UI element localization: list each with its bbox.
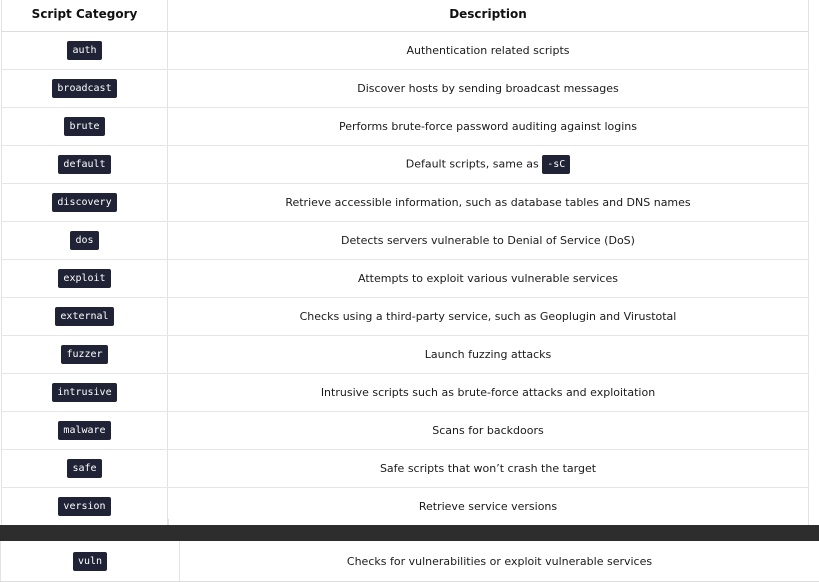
category-cell: intrusive xyxy=(1,373,168,412)
table-header-row: Script Category Description xyxy=(1,0,809,32)
table-row: discovery Retrieve accessible informatio… xyxy=(1,183,809,222)
category-cell: dos xyxy=(1,221,168,260)
description-cell: Attempts to exploit various vulnerable s… xyxy=(167,259,809,298)
table-row: intrusive Intrusive scripts such as brut… xyxy=(1,373,809,412)
category-code: version xyxy=(58,497,111,516)
description-cell: Discover hosts by sending broadcast mess… xyxy=(167,69,809,108)
description-cell: Default scripts, same as -sC xyxy=(167,145,809,184)
table-row: broadcast Discover hosts by sending broa… xyxy=(1,69,809,108)
category-code: exploit xyxy=(58,269,111,288)
description-cell: Performs brute-force password auditing a… xyxy=(167,107,809,146)
category-code: external xyxy=(55,307,114,326)
description-cell: Detects servers vulnerable to Denial of … xyxy=(167,221,809,260)
table-row: safe Safe scripts that won’t crash the t… xyxy=(1,449,809,488)
description-cell: Authentication related scripts xyxy=(167,31,809,70)
category-cell: vuln xyxy=(0,541,180,581)
category-code: fuzzer xyxy=(61,345,108,364)
table-row: malware Scans for backdoors xyxy=(1,411,809,450)
category-code: default xyxy=(58,155,111,174)
category-code: dos xyxy=(70,231,99,250)
category-code: broadcast xyxy=(52,79,117,98)
table-row: fuzzer Launch fuzzing attacks xyxy=(1,335,809,374)
category-cell: broadcast xyxy=(1,69,168,108)
category-code: safe xyxy=(67,459,102,478)
description-cell: Checks using a third-party service, such… xyxy=(167,297,809,336)
category-code: discovery xyxy=(52,193,117,212)
description-cell: Checks for vulnerabilities or exploit vu… xyxy=(346,554,653,568)
table-row: exploit Attempts to exploit various vuln… xyxy=(1,259,809,298)
inline-code: -sC xyxy=(542,155,571,174)
page-break-bar xyxy=(0,525,819,541)
description-cell: Intrusive scripts such as brute-force at… xyxy=(167,373,809,412)
table-row: external Checks using a third-party serv… xyxy=(1,297,809,336)
description-cell: Retrieve accessible information, such as… xyxy=(167,183,809,222)
header-description: Description xyxy=(167,0,809,32)
table-row: dos Detects servers vulnerable to Denial… xyxy=(1,221,809,260)
category-code: intrusive xyxy=(52,383,117,402)
category-cell: safe xyxy=(1,449,168,488)
table-row: vuln Checks for vulnerabilities or explo… xyxy=(0,541,819,582)
category-code: vuln xyxy=(72,551,108,571)
category-cell: default xyxy=(1,145,168,184)
table-row: auth Authentication related scripts xyxy=(1,31,809,70)
table-row: default Default scripts, same as -sC xyxy=(1,145,809,184)
page: Script Category Description auth Authent… xyxy=(0,0,819,582)
category-cell: auth xyxy=(1,31,168,70)
script-categories-table: Script Category Description auth Authent… xyxy=(1,0,809,526)
category-cell: malware xyxy=(1,411,168,450)
category-cell: discovery xyxy=(1,183,168,222)
table-row: brute Performs brute-force password audi… xyxy=(1,107,809,146)
category-code: auth xyxy=(67,41,102,60)
description-text: Default scripts, same as xyxy=(405,157,543,171)
description-cell: Scans for backdoors xyxy=(167,411,809,450)
category-cell: fuzzer xyxy=(1,335,168,374)
category-cell: exploit xyxy=(1,259,168,298)
category-code: brute xyxy=(64,117,105,136)
description-cell: Launch fuzzing attacks xyxy=(167,335,809,374)
category-cell: external xyxy=(1,297,168,336)
category-code: malware xyxy=(58,421,111,440)
category-cell: brute xyxy=(1,107,168,146)
header-script-category: Script Category xyxy=(1,0,168,32)
description-cell: Safe scripts that won’t crash the target xyxy=(167,449,809,488)
